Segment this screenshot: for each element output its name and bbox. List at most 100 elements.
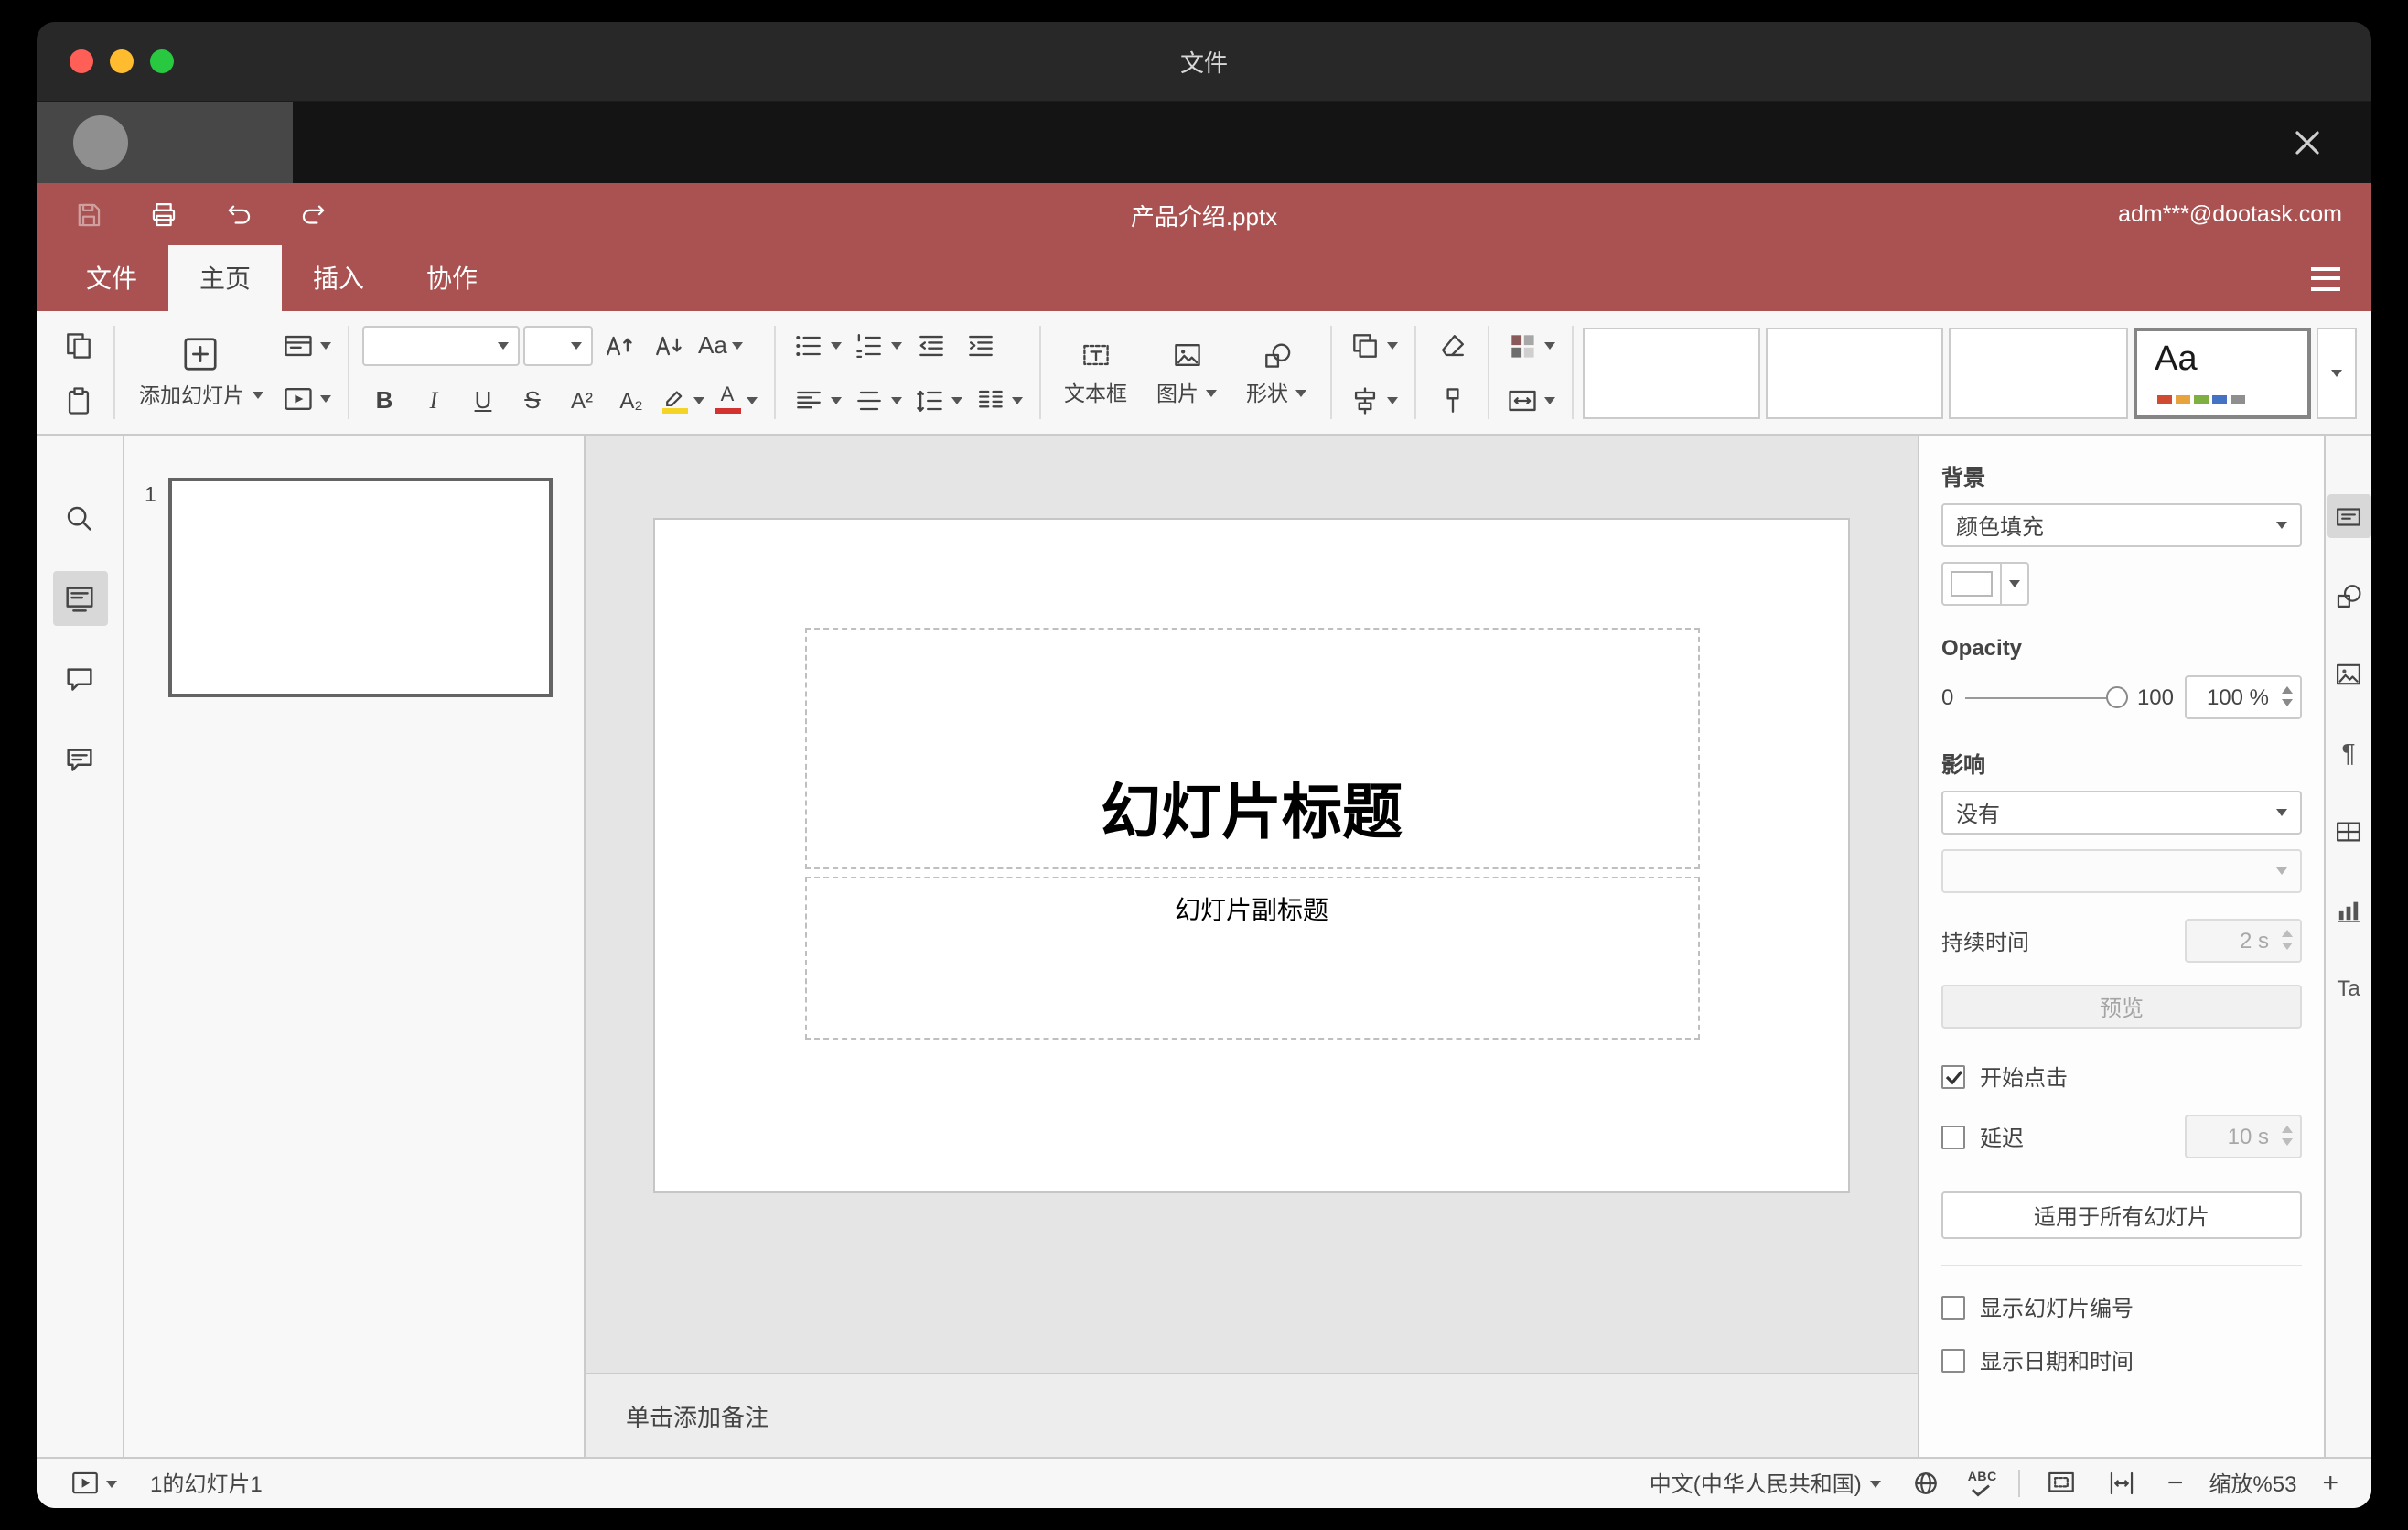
language-selector[interactable]: 中文(中华人民共和国): [1646, 1465, 1886, 1502]
fit-to-slide-button[interactable]: [2043, 1465, 2081, 1502]
font-color-button[interactable]: A: [711, 377, 760, 423]
redo-button[interactable]: [291, 191, 337, 237]
notes-area[interactable]: 单击添加备注: [586, 1373, 1918, 1457]
theme-gallery-expand-button[interactable]: [2317, 327, 2357, 418]
opacity-input[interactable]: 100 %: [2185, 675, 2302, 719]
save-button[interactable]: [66, 191, 112, 237]
subtitle-placeholder[interactable]: 幻灯片副标题: [804, 876, 1699, 1040]
theme-tile[interactable]: [1766, 327, 1944, 418]
increase-font-button[interactable]: [596, 322, 641, 368]
slides-panel-button[interactable]: [52, 571, 107, 626]
tab-home[interactable]: 主页: [168, 245, 282, 311]
avatar: [73, 115, 128, 170]
arrange-shape-button[interactable]: [1345, 322, 1402, 368]
superscript-button[interactable]: A²: [559, 377, 605, 423]
numbering-button[interactable]: [848, 322, 905, 368]
add-slide-button[interactable]: 添加幻灯片: [128, 321, 274, 424]
insert-image-button[interactable]: 图片: [1145, 321, 1228, 424]
start-slideshow-button[interactable]: [277, 376, 334, 422]
show-slide-number-label: 显示幻灯片编号: [1980, 1296, 2134, 1321]
background-fill-select[interactable]: 颜色填充: [1941, 503, 2302, 547]
align-shape-button[interactable]: [1345, 377, 1402, 423]
theme-tile-selected[interactable]: Aa: [2133, 327, 2311, 418]
slide-settings-tab[interactable]: [2327, 494, 2370, 538]
start-on-click-checkbox[interactable]: [1941, 1065, 1965, 1089]
zoom-out-button[interactable]: −: [2164, 1470, 2188, 1497]
slide-size-button[interactable]: [1502, 377, 1559, 423]
theme-tile[interactable]: [1949, 327, 2128, 418]
decrease-indent-button[interactable]: [908, 322, 954, 368]
copy-button[interactable]: [55, 322, 101, 368]
search-button[interactable]: [52, 490, 107, 545]
tab-insert[interactable]: 插入: [282, 245, 395, 311]
slide-1[interactable]: 幻灯片标题 幻灯片副标题: [655, 520, 1848, 1191]
change-case-button[interactable]: Aa: [694, 322, 747, 368]
shape-settings-tab[interactable]: [2327, 573, 2370, 617]
subscript-button[interactable]: A₂: [608, 377, 654, 423]
clear-style-button[interactable]: [1429, 322, 1475, 368]
show-slide-number-checkbox[interactable]: [1941, 1296, 1965, 1320]
strikethrough-button[interactable]: S: [510, 377, 555, 423]
opacity-slider[interactable]: [1964, 685, 2128, 709]
effect-type-select[interactable]: [1941, 849, 2302, 893]
slide-canvas[interactable]: 幻灯片标题 幻灯片副标题: [586, 436, 1918, 1373]
change-layout-button[interactable]: [277, 323, 334, 369]
background-color-picker[interactable]: [1941, 562, 2029, 606]
underline-button[interactable]: U: [460, 377, 506, 423]
comments-button[interactable]: [52, 652, 107, 706]
close-window-button[interactable]: [70, 49, 93, 73]
line-spacing-button[interactable]: [908, 377, 965, 423]
title-placeholder[interactable]: 幻灯片标题: [804, 627, 1699, 869]
decrease-font-button[interactable]: [645, 322, 691, 368]
theme-tile[interactable]: [1583, 327, 1761, 418]
spinner-arrows-icon[interactable]: [2282, 686, 2293, 706]
effect-select[interactable]: 没有: [1941, 791, 2302, 835]
insert-columns-button[interactable]: [969, 377, 1026, 423]
increase-indent-button[interactable]: [958, 322, 1004, 368]
zoom-in-button[interactable]: +: [2318, 1470, 2342, 1497]
start-slideshow-status-button[interactable]: [66, 1465, 121, 1502]
highlight-color-button[interactable]: [658, 377, 707, 423]
bold-button[interactable]: B: [361, 377, 407, 423]
undo-button[interactable]: [216, 191, 262, 237]
delay-checkbox[interactable]: [1941, 1125, 1965, 1148]
delay-input[interactable]: 10 s: [2185, 1115, 2302, 1158]
show-date-row: 显示日期和时间: [1941, 1345, 2302, 1376]
table-settings-tab[interactable]: [2327, 809, 2370, 853]
font-name-combo[interactable]: [361, 325, 519, 365]
slide-thumbnail-1[interactable]: [168, 478, 553, 697]
opacity-slider-knob[interactable]: [2105, 686, 2128, 708]
image-icon: [1174, 343, 1199, 365]
insert-shape-button[interactable]: 形状: [1235, 321, 1317, 424]
bullets-button[interactable]: [788, 322, 844, 368]
duration-input[interactable]: 2 s: [2185, 919, 2302, 963]
horizontal-align-button[interactable]: [788, 377, 844, 423]
font-size-combo[interactable]: [522, 325, 592, 365]
image-settings-tab[interactable]: [2327, 652, 2370, 695]
image-settings-icon: [2336, 663, 2361, 684]
textart-settings-tab[interactable]: Ta: [2327, 966, 2370, 1010]
vertical-align-button[interactable]: [848, 377, 905, 423]
insert-textbox-button[interactable]: 文本框: [1053, 321, 1138, 424]
minimize-window-button[interactable]: [110, 49, 134, 73]
document-language-button[interactable]: [1908, 1465, 1946, 1502]
color-scheme-button[interactable]: [1502, 322, 1559, 368]
chart-settings-tab[interactable]: [2327, 888, 2370, 932]
show-date-checkbox[interactable]: [1941, 1349, 1965, 1373]
tab-file[interactable]: 文件: [55, 245, 168, 311]
zoom-window-button[interactable]: [150, 49, 174, 73]
spellcheck-button[interactable]: ABC: [1968, 1471, 1997, 1496]
feedback-button[interactable]: [52, 732, 107, 787]
hamburger-menu-button[interactable]: [2280, 245, 2371, 311]
modal-close-button[interactable]: [2287, 123, 2327, 163]
paragraph-settings-tab[interactable]: ¶: [2327, 730, 2370, 774]
fit-to-width-button[interactable]: [2103, 1465, 2142, 1502]
italic-button[interactable]: I: [411, 377, 457, 423]
preview-button[interactable]: 预览: [1941, 985, 2302, 1029]
copy-style-button[interactable]: [1429, 377, 1475, 423]
apply-to-all-button[interactable]: 适用于所有幻灯片: [1941, 1191, 2302, 1239]
chevron-down-icon: [319, 342, 330, 350]
tab-collaboration[interactable]: 协作: [395, 245, 509, 311]
print-button[interactable]: [141, 191, 187, 237]
paste-button[interactable]: [55, 377, 101, 423]
